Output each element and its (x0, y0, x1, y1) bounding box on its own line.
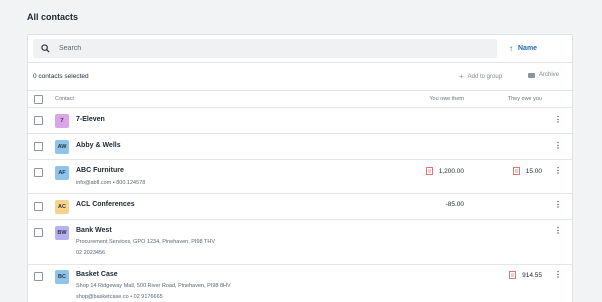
row-checkbox[interactable] (34, 272, 43, 281)
more-vertical-icon[interactable]: ⋮ (554, 226, 562, 235)
table-row[interactable]: BW Bank West Procurement Services, GPO 1… (28, 220, 572, 265)
contact-name[interactable]: Abby & Wells (76, 142, 121, 149)
row-checkbox[interactable] (34, 116, 43, 125)
table-header: Contact You owe them They owe you (28, 91, 572, 108)
avatar: 7 (55, 114, 69, 128)
toolbar: ↑ Name (28, 35, 572, 63)
page-title: All contacts (27, 12, 79, 22)
pdf-invoice-icon (509, 271, 517, 279)
contact-name[interactable]: ABC Furniture (76, 167, 124, 174)
row-checkbox[interactable] (34, 168, 43, 177)
avatar: AC (55, 200, 69, 214)
contacts-panel: ↑ Name 0 contacts selected + Add to grou… (27, 34, 573, 302)
plus-icon: + (459, 72, 464, 81)
more-vertical-icon[interactable]: ⋮ (554, 166, 562, 175)
more-vertical-icon[interactable]: ⋮ (554, 115, 562, 124)
pdf-invoice-icon (425, 167, 433, 175)
row-checkbox[interactable] (34, 142, 43, 151)
they-owe-value: 914.55 (522, 271, 542, 279)
table-row[interactable]: AW Abby & Wells ⋮ (28, 134, 572, 160)
row-checkbox[interactable] (34, 228, 43, 237)
select-all-checkbox[interactable] (34, 94, 43, 104)
column-contact: Contact (55, 96, 74, 102)
contact-address: Shop 14 Ridgeway Mall, 500 River Road, P… (76, 283, 231, 289)
avatar: BC (55, 270, 69, 284)
search-icon (41, 40, 50, 58)
column-you-owe: You owe them (429, 96, 464, 102)
contact-name[interactable]: ACL Conferences (76, 201, 135, 208)
more-vertical-icon[interactable]: ⋮ (554, 141, 562, 150)
archive-button[interactable]: Archive (528, 72, 559, 78)
contact-name[interactable]: Basket Case (76, 271, 118, 278)
they-owe-value: 15.00 (525, 167, 542, 175)
they-owe-amount[interactable]: 914.55 (509, 271, 542, 279)
more-vertical-icon[interactable]: ⋮ (554, 200, 562, 209)
search-input[interactable] (59, 45, 479, 52)
table-row[interactable]: 7 7-Eleven ⋮ (28, 108, 572, 134)
contact-phone: 02 2023456 (76, 250, 106, 256)
add-to-group-button[interactable]: + Add to group (459, 72, 502, 81)
pdf-invoice-icon (512, 167, 520, 175)
contact-name[interactable]: Bank West (76, 227, 112, 234)
contact-address: Procurement Services, GPO 1234, Pinehave… (76, 239, 215, 245)
archive-label: Archive (539, 72, 560, 78)
sort-label: Name (518, 45, 538, 52)
contact-email-phone: shop@basketcase.co • 02 9176665 (76, 294, 163, 300)
you-owe-amount[interactable]: -85.00 (446, 201, 464, 208)
sort-name-button[interactable]: ↑ Name (509, 44, 537, 53)
add-to-group-label: Add to group (467, 73, 503, 80)
selection-count: 0 contacts selected (33, 73, 89, 80)
sort-arrow-up-icon: ↑ (509, 44, 513, 53)
row-checkbox[interactable] (34, 202, 43, 211)
you-owe-value: 1,200.00 (438, 167, 464, 175)
avatar: AF (55, 166, 69, 180)
column-they-owe: They owe you (507, 96, 542, 102)
search-box[interactable] (33, 39, 497, 58)
avatar: AW (55, 140, 69, 154)
you-owe-value: -85.00 (445, 201, 464, 208)
contact-detail: info@abfl.com • 800.124578 (76, 180, 146, 186)
selection-bar: 0 contacts selected + Add to group Archi… (28, 63, 572, 91)
table-row[interactable]: AF ABC Furniture info@abfl.com • 800.124… (28, 160, 572, 194)
contact-name[interactable]: 7-Eleven (76, 116, 105, 123)
archive-icon (528, 72, 535, 78)
more-vertical-icon[interactable]: ⋮ (554, 270, 562, 279)
table-row[interactable]: AC ACL Conferences -85.00 ⋮ (28, 194, 572, 220)
you-owe-amount[interactable]: 1,200.00 (425, 167, 464, 175)
they-owe-amount[interactable]: 15.00 (512, 167, 542, 175)
avatar: BW (55, 226, 69, 240)
table-row[interactable]: BC Basket Case Shop 14 Ridgeway Mall, 50… (28, 265, 572, 302)
